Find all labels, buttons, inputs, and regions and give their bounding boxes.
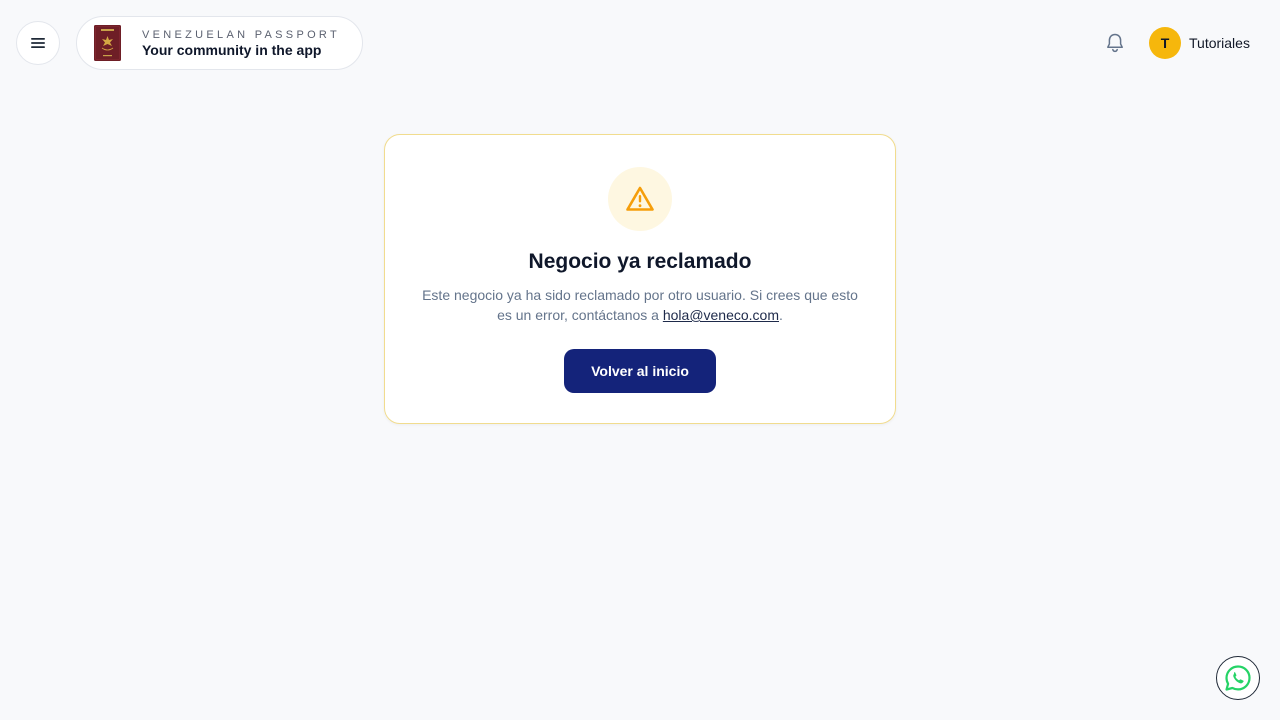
- warning-icon-badge: [608, 167, 672, 231]
- claimed-business-card: Negocio ya reclamado Este negocio ya ha …: [384, 134, 896, 424]
- card-title: Negocio ya reclamado: [528, 250, 752, 273]
- whatsapp-icon: [1225, 665, 1251, 691]
- contact-email-link[interactable]: hola@veneco.com: [663, 307, 779, 323]
- user-name: Tutoriales: [1189, 35, 1250, 51]
- menu-button[interactable]: [16, 21, 60, 65]
- card-message-text: Este negocio ya ha sido reclamado por ot…: [422, 287, 858, 323]
- back-home-button[interactable]: Volver al inicio: [564, 349, 716, 393]
- brand-home-link[interactable]: VENEZUELAN PASSPORT Your community in th…: [76, 16, 363, 70]
- card-message-end: .: [779, 307, 783, 323]
- passport-logo: [94, 25, 121, 61]
- user-menu[interactable]: T Tutoriales: [1149, 27, 1250, 59]
- hamburger-menu-icon: [31, 38, 45, 48]
- bell-icon[interactable]: [1103, 31, 1127, 55]
- brand-title: Your community in the app: [142, 41, 322, 58]
- card-message: Este negocio ya ha sido reclamado por ot…: [420, 285, 860, 325]
- warning-triangle-icon: [626, 186, 654, 211]
- avatar: T: [1149, 27, 1181, 59]
- brand-tagline: VENEZUELAN PASSPORT: [142, 28, 340, 41]
- whatsapp-button[interactable]: [1216, 656, 1260, 700]
